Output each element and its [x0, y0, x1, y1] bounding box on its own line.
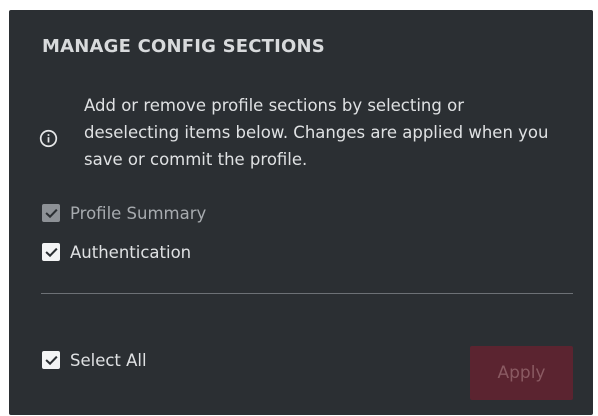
select-all-label: Select All: [70, 350, 147, 370]
checkbox-checked-icon[interactable]: [42, 351, 60, 369]
apply-button[interactable]: Apply: [470, 346, 573, 400]
select-all-checkbox[interactable]: Select All: [42, 349, 147, 371]
section-checkbox-profile-summary: Profile Summary: [42, 202, 206, 224]
section-checkbox-authentication[interactable]: Authentication: [42, 241, 191, 263]
panel-title: MANAGE CONFIG SECTIONS: [42, 36, 325, 57]
section-label: Profile Summary: [70, 203, 207, 223]
info-icon: [39, 129, 58, 148]
checkbox-checked-disabled-icon: [42, 204, 60, 222]
manage-config-sections-panel: MANAGE CONFIG SECTIONS Add or remove pro…: [9, 10, 593, 415]
info-message: Add or remove profile sections by select…: [84, 96, 549, 169]
divider: [41, 293, 573, 294]
section-label: Authentication: [70, 242, 192, 262]
checkbox-checked-icon[interactable]: [42, 243, 60, 261]
